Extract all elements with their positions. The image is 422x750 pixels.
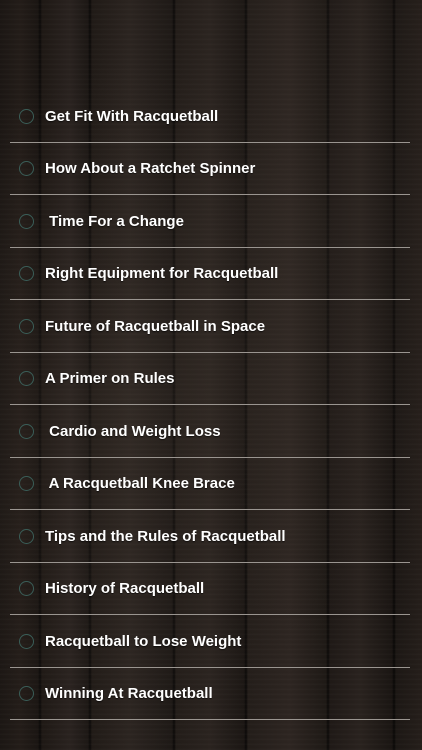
radio-circle-icon bbox=[19, 266, 34, 282]
list-item[interactable]: Winning At Racquetball bbox=[0, 668, 422, 721]
radio-circle-icon bbox=[19, 371, 34, 387]
radio-circle-icon bbox=[19, 108, 34, 124]
radio-circle-icon bbox=[19, 423, 34, 439]
radio-circle-icon bbox=[19, 213, 34, 229]
list-item-label: Tips and the Rules of Racquetball bbox=[45, 527, 286, 545]
list-item[interactable]: Get Fit With Racquetball bbox=[0, 90, 422, 143]
list-item-label: How About a Ratchet Spinner bbox=[45, 160, 256, 178]
list-item-label: A Racquetball Knee Brace bbox=[45, 475, 235, 493]
list-item[interactable]: Cardio and Weight Loss bbox=[0, 405, 422, 458]
list-item-label: History of Racquetball bbox=[45, 580, 205, 598]
list-item-label: Get Fit With Racquetball bbox=[45, 107, 219, 125]
list-item[interactable]: Time For a Change bbox=[0, 195, 422, 248]
list-item-label: Cardio and Weight Loss bbox=[45, 422, 221, 440]
list-item[interactable]: Future of Racquetball in Space bbox=[0, 300, 422, 353]
list-item-label: Winning At Racquetball bbox=[45, 685, 213, 703]
radio-circle-icon bbox=[19, 476, 34, 492]
radio-circle-icon bbox=[19, 686, 34, 702]
list-item[interactable]: Right Equipment for Racquetball bbox=[0, 248, 422, 301]
list-item[interactable]: A Racquetball Knee Brace bbox=[0, 458, 422, 511]
radio-circle-icon bbox=[19, 633, 34, 649]
radio-circle-icon bbox=[19, 581, 34, 597]
list-item-label: A Primer on Rules bbox=[45, 370, 175, 388]
radio-circle-icon bbox=[19, 318, 34, 334]
list-item-label: Time For a Change bbox=[45, 212, 184, 230]
article-list: Get Fit With Racquetball How About a Rat… bbox=[0, 90, 422, 720]
radio-circle-icon bbox=[19, 161, 34, 177]
list-item[interactable]: Tips and the Rules of Racquetball bbox=[0, 510, 422, 563]
radio-circle-icon bbox=[19, 528, 34, 544]
list-item[interactable]: History of Racquetball bbox=[0, 563, 422, 616]
list-item[interactable]: A Primer on Rules bbox=[0, 353, 422, 406]
list-item-label: Right Equipment for Racquetball bbox=[45, 265, 279, 283]
list-item[interactable]: Racquetball to Lose Weight bbox=[0, 615, 422, 668]
list-item[interactable]: How About a Ratchet Spinner bbox=[0, 143, 422, 196]
list-item-label: Racquetball to Lose Weight bbox=[45, 632, 242, 650]
list-item-label: Future of Racquetball in Space bbox=[45, 317, 266, 335]
